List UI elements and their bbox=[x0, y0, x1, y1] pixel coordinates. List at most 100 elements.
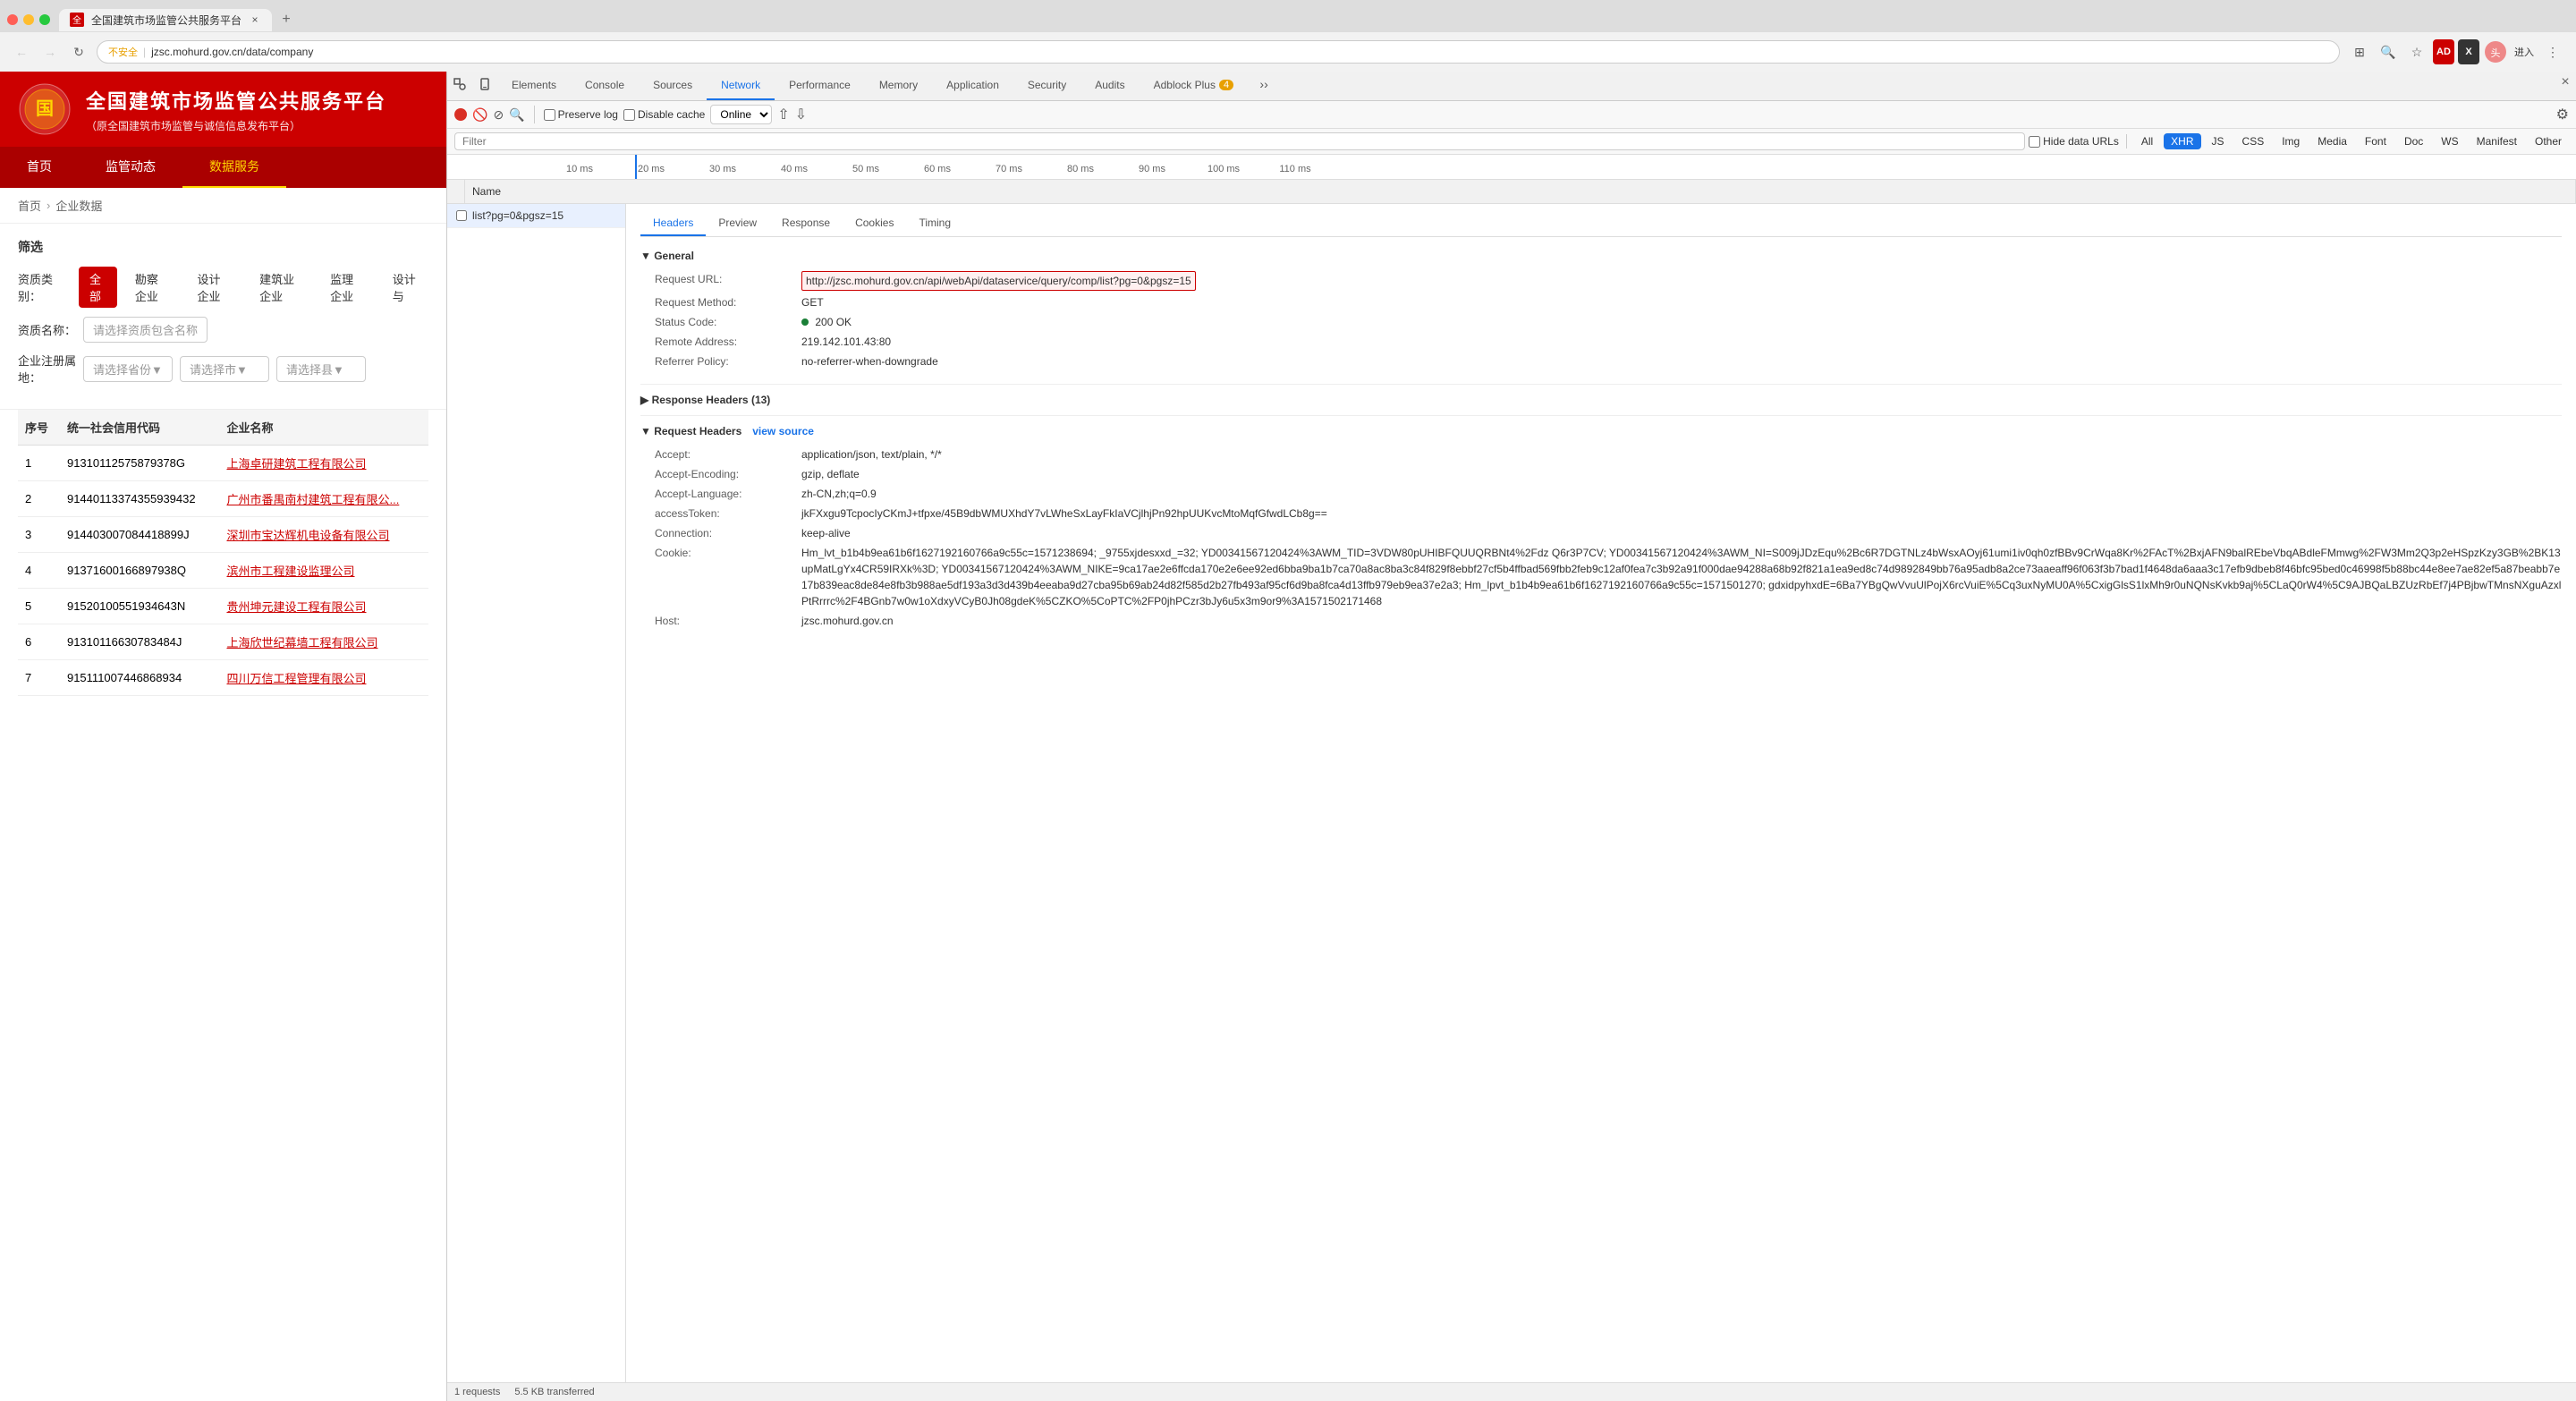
preserve-log-checkbox[interactable] bbox=[544, 109, 555, 121]
hide-data-urls-label[interactable]: Hide data URLs bbox=[2029, 135, 2119, 148]
filter-type-img[interactable]: Img bbox=[2275, 133, 2307, 149]
profile-icon[interactable]: 头 bbox=[2483, 39, 2508, 64]
table-row: 5 91520100551934643N 贵州坤元建设工程有限公司 bbox=[18, 589, 428, 624]
devtools-mobile-icon[interactable] bbox=[472, 72, 497, 97]
x-icon[interactable]: X bbox=[2458, 39, 2479, 64]
general-section-title[interactable]: ▼ General bbox=[640, 244, 2562, 267]
filter-type-js[interactable]: JS bbox=[2205, 133, 2232, 149]
tab-application[interactable]: Application bbox=[932, 72, 1013, 100]
filter-type-media[interactable]: Media bbox=[2310, 133, 2354, 149]
filter-type-ws[interactable]: WS bbox=[2434, 133, 2465, 149]
adblock-icon[interactable]: AD bbox=[2433, 39, 2454, 64]
search-button[interactable]: 🔍 bbox=[509, 107, 524, 123]
tab-close-button[interactable]: × bbox=[249, 13, 261, 26]
filter-text-input[interactable] bbox=[454, 132, 2025, 150]
list-header-name[interactable]: Name bbox=[465, 180, 2576, 203]
devtools-inspect-icon[interactable] bbox=[447, 72, 472, 97]
filter-tag-design[interactable]: 设计企业 bbox=[186, 267, 242, 308]
nav-data-service[interactable]: 数据服务 bbox=[182, 147, 286, 188]
close-traffic-light[interactable] bbox=[7, 14, 18, 25]
row-name[interactable]: 四川万信工程管理有限公司 bbox=[219, 660, 428, 696]
response-headers-title[interactable]: ▶ Response Headers (13) bbox=[640, 388, 2562, 412]
filter-type-xhr[interactable]: XHR bbox=[2164, 133, 2200, 149]
headers-tab-preview[interactable]: Preview bbox=[706, 211, 769, 236]
filter-name-input[interactable]: 请选择资质包含名称 bbox=[83, 317, 208, 343]
status-code-key: Status Code: bbox=[655, 314, 798, 330]
headers-tab-headers[interactable]: Headers bbox=[640, 211, 706, 236]
header-value: jzsc.mohurd.gov.cn bbox=[801, 613, 894, 629]
bookmark-icon[interactable]: ☆ bbox=[2404, 39, 2429, 64]
filter-type-font[interactable]: Font bbox=[2358, 133, 2394, 149]
request-checkbox[interactable] bbox=[456, 210, 467, 221]
tab-audits[interactable]: Audits bbox=[1080, 72, 1139, 100]
online-select[interactable]: Online bbox=[710, 105, 772, 124]
headers-tab-timing[interactable]: Timing bbox=[906, 211, 963, 236]
adblock-count-badge: 4 bbox=[1219, 80, 1233, 90]
row-name[interactable]: 滨州市工程建设监理公司 bbox=[219, 553, 428, 589]
back-button[interactable]: ← bbox=[11, 41, 32, 63]
filter-type-all[interactable]: All bbox=[2134, 133, 2160, 149]
row-name[interactable]: 贵州坤元建设工程有限公司 bbox=[219, 589, 428, 624]
request-headers-title[interactable]: ▼ Request Headers view source bbox=[640, 420, 2562, 443]
table-row: 6 91310116630783484J 上海欣世纪幕墙工程有限公司 bbox=[18, 624, 428, 660]
filter-tag-all[interactable]: 全部 bbox=[79, 267, 117, 308]
clear-button[interactable]: 🚫 bbox=[472, 107, 487, 123]
request-item-list[interactable]: list?pg=0&pgsz=15 bbox=[447, 204, 625, 228]
filter-type-css[interactable]: CSS bbox=[2235, 133, 2272, 149]
filter-tag-survey[interactable]: 勘察企业 bbox=[124, 267, 180, 308]
new-tab-button[interactable]: + bbox=[275, 9, 297, 30]
tab-console[interactable]: Console bbox=[571, 72, 639, 100]
forward-button[interactable]: → bbox=[39, 41, 61, 63]
view-source-link[interactable]: view source bbox=[752, 425, 814, 437]
active-tab[interactable]: 全 全国建筑市场监管公共服务平台 × bbox=[59, 9, 272, 31]
filter-type-other[interactable]: Other bbox=[2528, 133, 2569, 149]
maximize-traffic-light[interactable] bbox=[39, 14, 50, 25]
tab-elements[interactable]: Elements bbox=[497, 72, 571, 100]
headers-tab-cookies[interactable]: Cookies bbox=[843, 211, 906, 236]
filter-tag-construction[interactable]: 建筑业企业 bbox=[249, 267, 312, 308]
headers-tab-response[interactable]: Response bbox=[769, 211, 843, 236]
tab-memory[interactable]: Memory bbox=[865, 72, 932, 100]
nav-home[interactable]: 首页 bbox=[0, 147, 79, 188]
minimize-traffic-light[interactable] bbox=[23, 14, 34, 25]
row-name[interactable]: 上海欣世纪幕墙工程有限公司 bbox=[219, 624, 428, 660]
filter-county-dropdown[interactable]: 请选择县▼ bbox=[276, 356, 366, 382]
disable-cache-checkbox[interactable] bbox=[623, 109, 635, 121]
row-name[interactable]: 上海卓研建筑工程有限公司 bbox=[219, 446, 428, 481]
row-no: 2 bbox=[18, 481, 60, 517]
filter-tag-supervision[interactable]: 监理企业 bbox=[319, 267, 375, 308]
tab-network[interactable]: Network bbox=[707, 72, 775, 100]
tab-performance[interactable]: Performance bbox=[775, 72, 865, 100]
record-button[interactable] bbox=[454, 108, 467, 121]
export-button[interactable]: ⇩ bbox=[795, 106, 807, 123]
nav-supervision[interactable]: 监管动态 bbox=[79, 147, 182, 188]
filter-province-dropdown[interactable]: 请选择省份▼ bbox=[83, 356, 173, 382]
search-icon[interactable]: 🔍 bbox=[2376, 39, 2401, 64]
address-bar[interactable]: 不安全 | jzsc.mohurd.gov.cn/data/company bbox=[97, 40, 2340, 64]
header-title-main: 全国建筑市场监管公共服务平台 bbox=[86, 86, 386, 115]
row-name[interactable]: 深圳市宝达辉机电设备有限公司 bbox=[219, 517, 428, 553]
filter-type-doc[interactable]: Doc bbox=[2397, 133, 2430, 149]
svg-text:全: 全 bbox=[72, 14, 81, 26]
filter-city-dropdown[interactable]: 请选择市▼ bbox=[180, 356, 269, 382]
devtools-close-button[interactable]: × bbox=[2555, 72, 2576, 93]
breadcrumb-home[interactable]: 首页 bbox=[18, 197, 41, 214]
filter-button[interactable]: ⊘ bbox=[493, 107, 504, 123]
row-name[interactable]: 广州市番禺南村建筑工程有限公... bbox=[219, 481, 428, 517]
hide-data-urls-checkbox[interactable] bbox=[2029, 136, 2040, 148]
tab-security[interactable]: Security bbox=[1013, 72, 1080, 100]
preserve-log-label[interactable]: Preserve log bbox=[544, 108, 618, 121]
tab-adblock[interactable]: Adblock Plus 4 bbox=[1140, 72, 1249, 100]
disable-cache-label[interactable]: Disable cache bbox=[623, 108, 705, 121]
user-label-icon: 进入 bbox=[2512, 39, 2537, 64]
filter-tag-design-more[interactable]: 设计与 bbox=[382, 267, 428, 308]
tab-sources[interactable]: Sources bbox=[639, 72, 707, 100]
devtools-more-tabs-btn[interactable]: ›› bbox=[1251, 72, 1276, 97]
more-menu-button[interactable]: ⋮ bbox=[2540, 39, 2565, 64]
header-key: Host: bbox=[655, 613, 798, 629]
reload-button[interactable]: ↻ bbox=[68, 41, 89, 63]
filter-type-manifest[interactable]: Manifest bbox=[2470, 133, 2524, 149]
devtools-settings-button[interactable]: ⚙ bbox=[2556, 106, 2569, 123]
translate-icon[interactable]: ⊞ bbox=[2347, 39, 2372, 64]
import-button[interactable]: ⇧ bbox=[777, 106, 789, 123]
